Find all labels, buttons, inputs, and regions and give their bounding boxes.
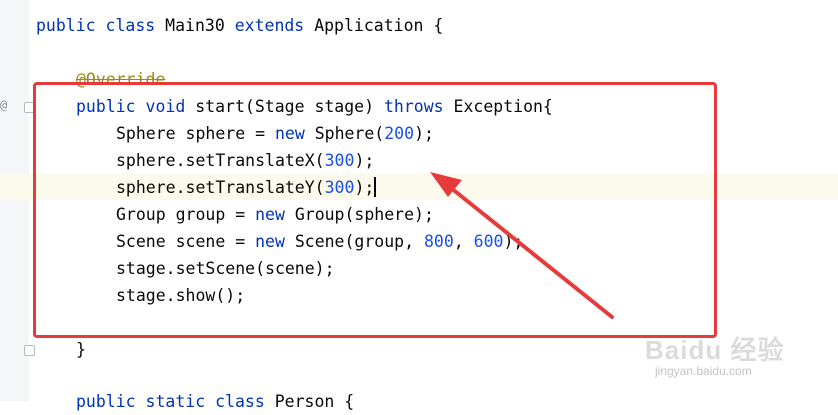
- baidu-watermark-logo: Baidu 经验: [645, 335, 785, 365]
- baidu-watermark-url: jingyan.baidu.com: [655, 364, 752, 378]
